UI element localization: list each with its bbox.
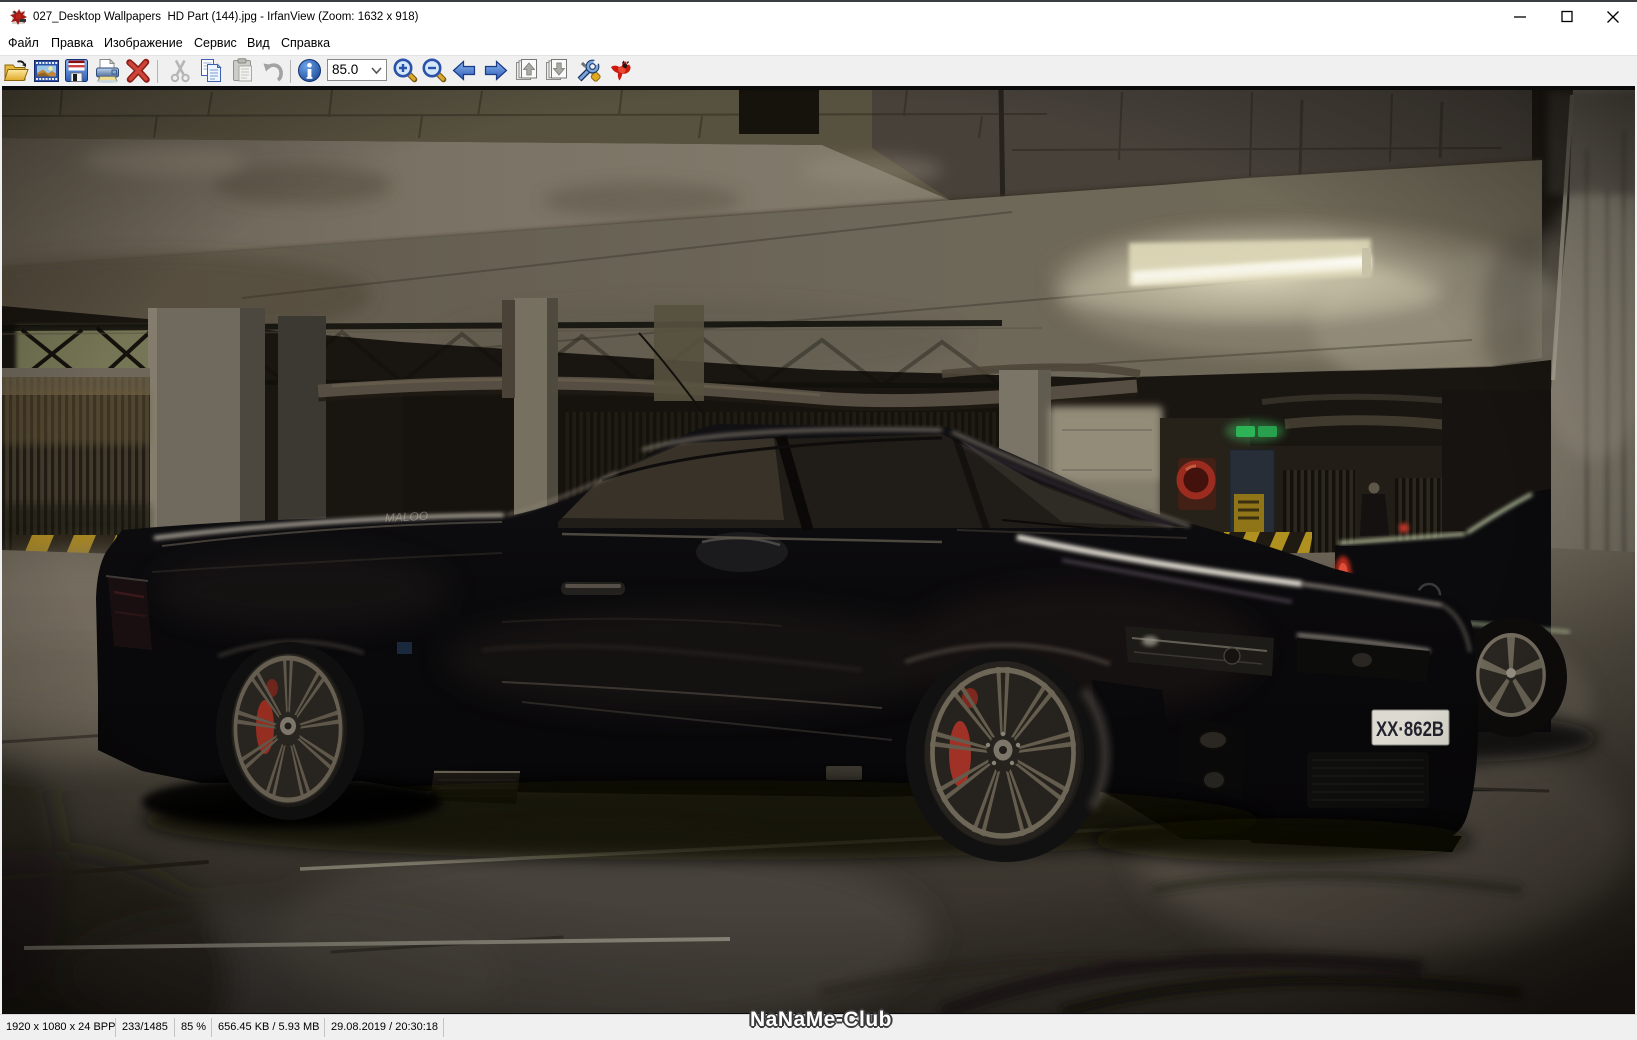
svg-text:85.0: 85.0: [332, 62, 358, 77]
